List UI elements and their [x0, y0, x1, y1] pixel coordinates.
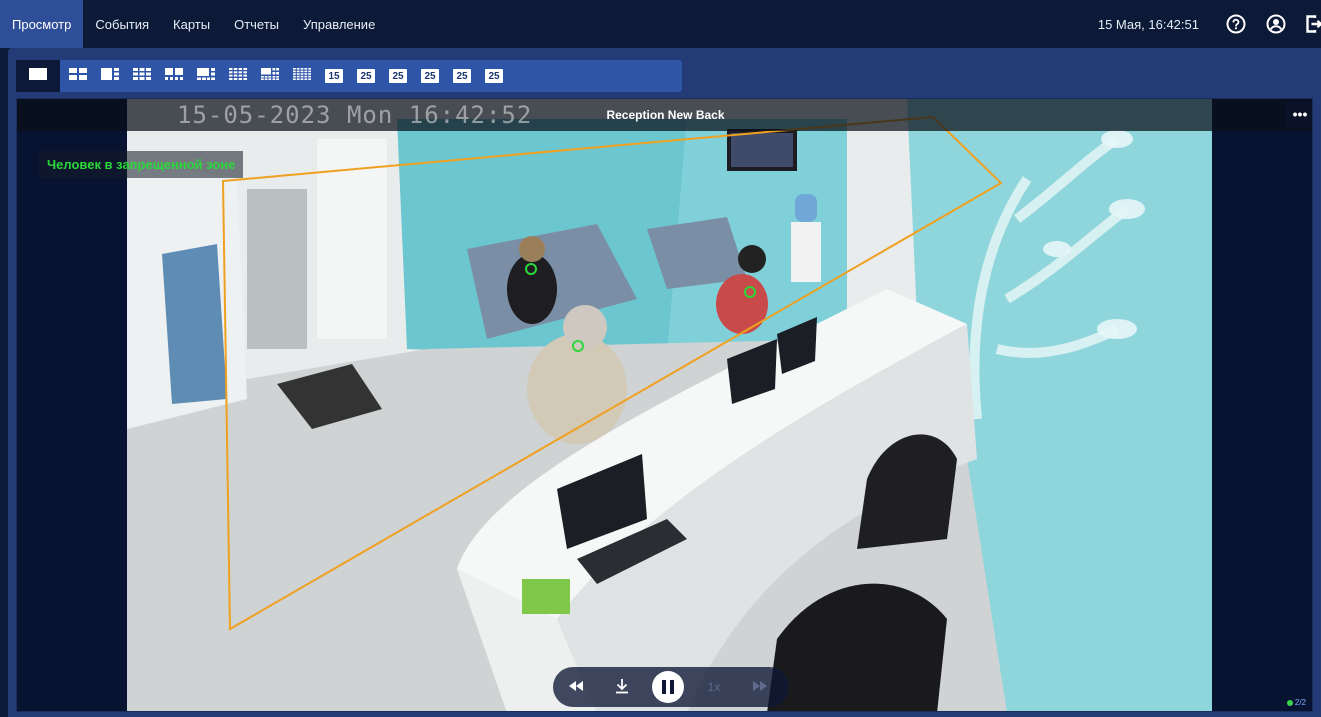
layout-25-label: 25	[389, 69, 407, 83]
layout-1-plus-3-button[interactable]	[94, 60, 126, 92]
layout-25-label: 25	[357, 69, 375, 83]
layout-5x5-button[interactable]	[286, 60, 318, 92]
layout-1-plus-12-icon	[261, 67, 279, 85]
pause-icon	[652, 671, 684, 703]
status-dot-icon	[1286, 699, 1293, 706]
fast-forward-icon	[753, 680, 767, 694]
camera-title: Reception New Back	[606, 108, 725, 122]
layout-1-button[interactable]	[16, 60, 60, 92]
rewind-button[interactable]	[553, 667, 599, 707]
layout-1-plus-3-icon	[101, 67, 119, 85]
rewind-icon	[569, 680, 583, 694]
playback-speed[interactable]: 1x	[691, 667, 737, 707]
nav-reports[interactable]: Отчеты	[222, 0, 291, 48]
layout-3x3-icon	[133, 67, 151, 85]
playback-controls: 1x	[553, 667, 789, 707]
pause-button[interactable]	[645, 667, 691, 707]
layout-25-button-1[interactable]: 25	[350, 60, 382, 92]
layout-15-button[interactable]: 15	[318, 60, 350, 92]
layout-25-label: 25	[453, 69, 471, 83]
topbar-right: 15 Мая, 16:42:51	[1098, 0, 1321, 48]
nav-events[interactable]: События	[83, 0, 161, 48]
layout-25-button-2[interactable]: 25	[382, 60, 414, 92]
layout-2-plus-8-icon	[165, 67, 183, 85]
layout-2-plus-8-button[interactable]	[158, 60, 190, 92]
layout-1-plus-7-button[interactable]	[190, 60, 222, 92]
layout-1-icon	[29, 67, 47, 85]
top-navigation-bar: Просмотр События Карты Отчеты Управление…	[0, 0, 1321, 48]
page-indicator-label: 2/2	[1294, 698, 1306, 707]
user-icon[interactable]	[1265, 13, 1287, 35]
layout-5x5-icon	[293, 67, 311, 85]
download-button[interactable]	[599, 667, 645, 707]
camera-viewport[interactable]: 15-05-2023 Mon 16:42:52 Reception New Ba…	[16, 98, 1313, 712]
layout-toolbar: 15 25 25 25 25 25	[16, 60, 682, 92]
current-datetime: 15 Мая, 16:42:51	[1097, 16, 1199, 32]
layout-25-button-5[interactable]: 25	[478, 60, 510, 92]
download-icon	[615, 678, 629, 697]
layout-1-plus-12-button[interactable]	[254, 60, 286, 92]
nav-view[interactable]: Просмотр	[0, 0, 84, 48]
layout-25-label: 25	[421, 69, 439, 83]
nav-maps[interactable]: Карты	[161, 0, 222, 48]
layout-15-label: 15	[325, 69, 343, 83]
layout-3x3-button[interactable]	[126, 60, 158, 92]
logout-icon[interactable]	[1305, 13, 1321, 35]
layout-25-label: 25	[485, 69, 503, 83]
more-options-button[interactable]: •••	[1286, 101, 1312, 127]
layout-4x4-button[interactable]	[222, 60, 254, 92]
layout-2x2-icon	[69, 67, 87, 85]
fast-forward-button[interactable]	[737, 667, 783, 707]
nav-management[interactable]: Управление	[291, 0, 387, 48]
layout-25-button-4[interactable]: 25	[446, 60, 478, 92]
camera-header: 15-05-2023 Mon 16:42:52 Reception New Ba…	[17, 99, 1312, 131]
page-indicator: 2/2	[1286, 698, 1306, 707]
layout-4x4-icon	[229, 67, 247, 85]
camera-video-frame	[127, 99, 1212, 711]
layout-2x2-button[interactable]	[62, 60, 94, 92]
layout-1-plus-7-icon	[197, 67, 215, 85]
osd-timestamp: 15-05-2023 Mon 16:42:52	[177, 101, 533, 129]
layout-25-button-3[interactable]: 25	[414, 60, 446, 92]
help-icon[interactable]	[1225, 13, 1247, 35]
zone-intrusion-alert: Человек в запрещенной зоне	[39, 151, 244, 178]
